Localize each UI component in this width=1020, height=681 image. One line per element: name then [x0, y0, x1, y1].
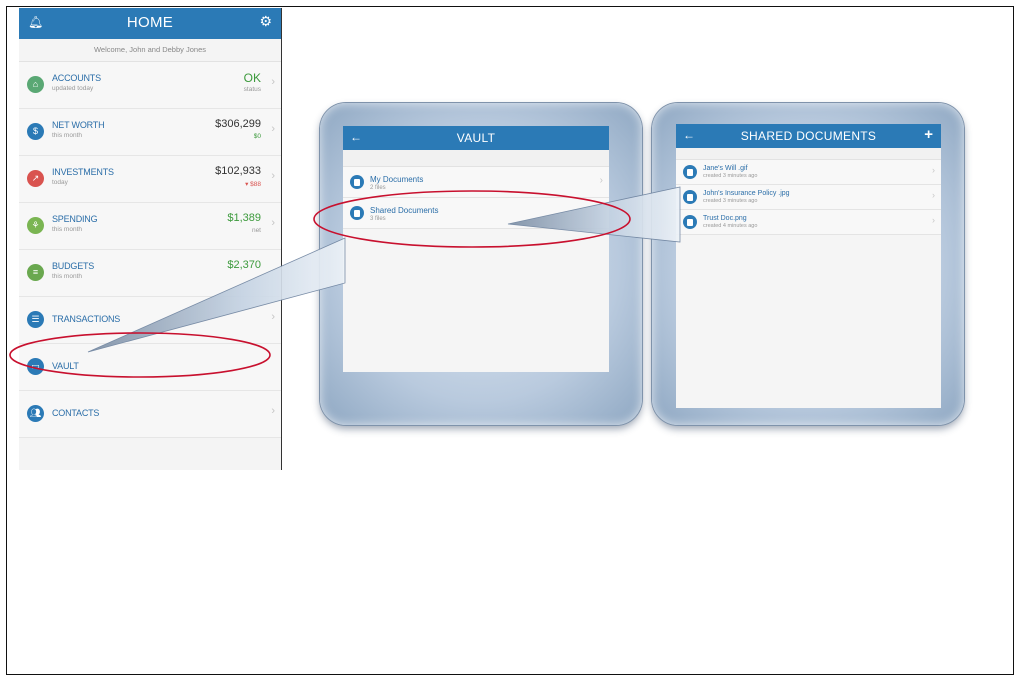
menu-item-spending[interactable]: ⚘ SPENDING this month $1,389 net › [19, 203, 281, 250]
folder-icon [350, 206, 364, 220]
list-item-label: Jane's Will .gif [703, 165, 748, 172]
menu-item-value-sub: $0 [253, 133, 261, 140]
folder-icon [350, 175, 364, 189]
chevron-right-icon: › [271, 405, 275, 417]
menu-item-sub: updated today [52, 85, 94, 92]
menu-item-value: $306,299 [215, 118, 261, 130]
leaf-icon: ⚘ [27, 217, 44, 234]
list-item-label: Trust Doc.png [703, 215, 747, 222]
menu-item-label: TRANSACTIONS [52, 314, 121, 324]
chevron-right-icon: › [932, 190, 935, 200]
vault-spacer [343, 150, 609, 167]
list-item-sub: 3 files [370, 216, 386, 222]
menu-item-value-sub: ▾ $88 [245, 181, 261, 188]
menu-item-value: $102,933 [215, 165, 261, 177]
list-item-label: Shared Documents [370, 206, 439, 215]
page-title: HOME [126, 14, 174, 31]
list-icon: ☰ [27, 311, 44, 328]
add-icon[interactable]: + [924, 126, 933, 143]
menu-item-label: SPENDING [52, 214, 98, 224]
chevron-right-icon: › [932, 165, 935, 175]
menu-item-label: VAULT [52, 361, 79, 371]
folder-icon: ▭ [27, 358, 44, 375]
menu-item-label: ACCOUNTS [52, 73, 101, 83]
chevron-right-icon: › [271, 76, 275, 88]
menu-item-sub: today [52, 179, 68, 186]
people-icon: 👥︎ [27, 405, 44, 422]
menu-item-label: CONTACTS [52, 408, 100, 418]
home-screen-border [281, 8, 282, 470]
list-item-label: John's Insurance Policy .jpg [703, 190, 790, 197]
menu-item-value-sub: status [243, 86, 261, 93]
chart-icon: ↗ [27, 170, 44, 187]
menu-item-sub: this month [52, 273, 82, 280]
list-item-sub: created 4 minutes ago [703, 223, 758, 229]
document-icon [683, 190, 697, 204]
menu-item-label: BUDGETS [52, 261, 95, 271]
bank-icon: ⌂ [27, 76, 44, 93]
menu-item-contacts[interactable]: 👥︎ CONTACTS › [19, 391, 281, 438]
list-item-sub: created 3 minutes ago [703, 173, 758, 179]
shared-documents-screen: ← SHARED DOCUMENTS + Jane's Will .gif cr… [676, 124, 941, 408]
document-icon [683, 165, 697, 179]
budget-icon: ≡ [27, 264, 44, 281]
shared-spacer [676, 148, 941, 160]
menu-item-budgets[interactable]: ≡ BUDGETS this month $2,370 [19, 250, 281, 297]
list-item-sub: created 3 minutes ago [703, 198, 758, 204]
dollar-icon: $ [27, 123, 44, 140]
list-item-shared-documents[interactable]: Shared Documents 3 files [343, 198, 609, 229]
menu-item-value-sub: net [251, 227, 261, 234]
chevron-right-icon: › [271, 217, 275, 229]
list-item-document[interactable]: Trust Doc.png created 4 minutes ago › [676, 210, 941, 235]
menu-item-net-worth[interactable]: $ NET WORTH this month $306,299 $0 › [19, 109, 281, 156]
vault-header: ← VAULT [343, 126, 609, 150]
menu-item-value: OK [243, 71, 261, 85]
chevron-right-icon: › [599, 175, 603, 186]
menu-item-accounts[interactable]: ⌂ ACCOUNTS updated today OK status › [19, 62, 281, 109]
shared-documents-header: ← SHARED DOCUMENTS + [676, 124, 941, 148]
vault-title: VAULT [456, 131, 496, 145]
chevron-right-icon: › [932, 215, 935, 225]
chevron-right-icon: › [271, 170, 275, 182]
list-item-document[interactable]: Jane's Will .gif created 3 minutes ago › [676, 160, 941, 185]
welcome-text: Welcome, John and Debby Jones [19, 39, 281, 62]
gear-icon[interactable]: ⚙ [259, 13, 272, 30]
list-item-document[interactable]: John's Insurance Policy .jpg created 3 m… [676, 185, 941, 210]
vault-screen: ← VAULT My Documents 2 files › Shared Do… [343, 126, 609, 372]
chevron-right-icon: › [271, 311, 275, 323]
menu-item-sub: this month [52, 132, 82, 139]
menu-item-sub: this month [52, 226, 82, 233]
home-header: 🔔︎ HOME ⚙ [19, 8, 281, 39]
document-icon [683, 215, 697, 229]
menu-item-transactions[interactable]: ☰ TRANSACTIONS › [19, 297, 281, 344]
menu-item-label: INVESTMENTS [52, 167, 114, 177]
list-item-sub: 2 files [370, 185, 386, 191]
menu-item-vault[interactable]: ▭ VAULT [19, 344, 281, 391]
menu-item-investments[interactable]: ↗ INVESTMENTS today $102,933 ▾ $88 › [19, 156, 281, 203]
shared-documents-title: SHARED DOCUMENTS [740, 129, 877, 143]
list-item-my-documents[interactable]: My Documents 2 files › [343, 167, 609, 198]
list-item-label: My Documents [370, 175, 424, 184]
menu-item-value: $2,370 [227, 259, 261, 271]
menu-item-label: NET WORTH [52, 120, 105, 130]
menu-item-value: $1,389 [227, 212, 261, 224]
home-screen: 🔔︎ HOME ⚙ Welcome, John and Debby Jones … [19, 8, 281, 470]
chevron-right-icon: › [271, 123, 275, 135]
